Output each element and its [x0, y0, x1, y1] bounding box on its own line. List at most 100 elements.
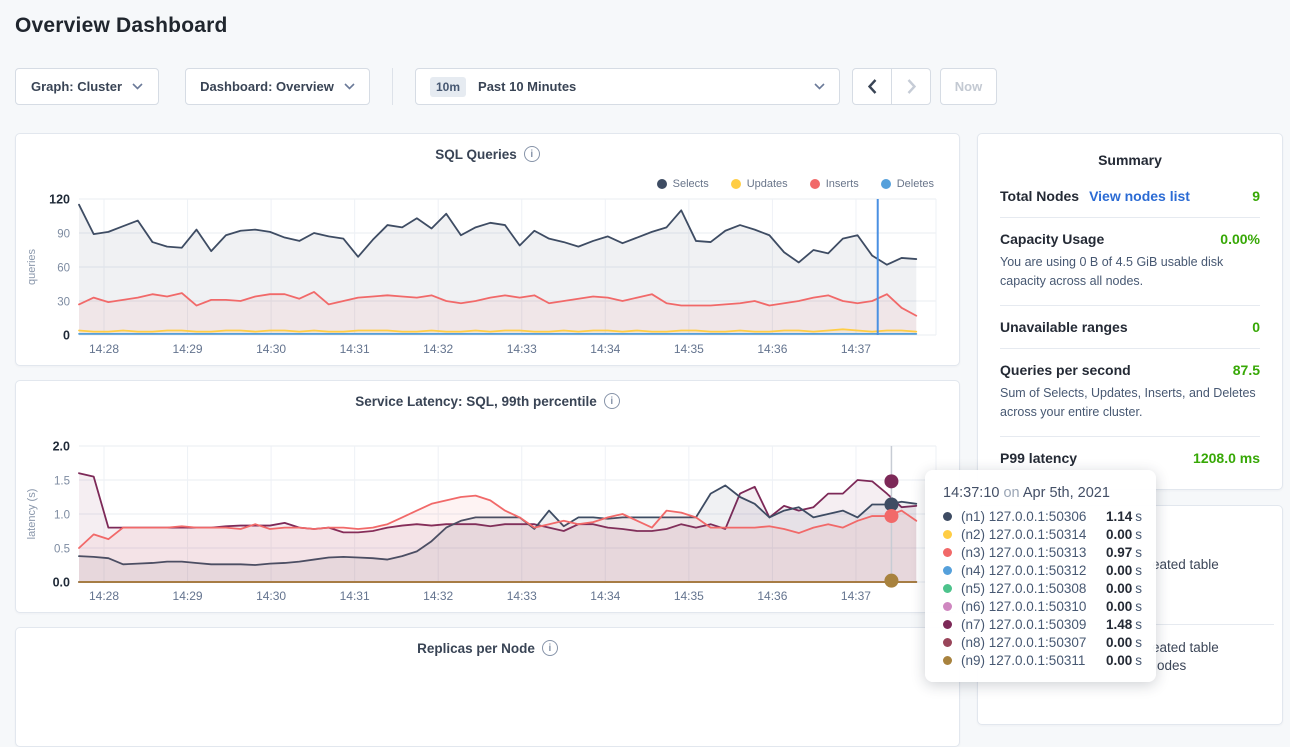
summary-label: Capacity Usage	[1000, 231, 1104, 247]
svg-text:14:35: 14:35	[674, 589, 704, 603]
svg-text:30: 30	[57, 297, 70, 309]
legend-label: Selects	[673, 178, 709, 190]
service-latency-title: Service Latency: SQL, 99th percentile	[355, 394, 597, 409]
svg-text:14:36: 14:36	[757, 342, 787, 356]
svg-text:14:32: 14:32	[423, 589, 453, 603]
tooltip-node-label: (n3) 127.0.0.1:50313	[961, 545, 1106, 560]
summary-label: Total Nodes	[1000, 188, 1079, 204]
tooltip-row: (n8) 127.0.0.1:503070.00s	[943, 633, 1142, 651]
view-nodes-list-link[interactable]: View nodes list	[1089, 188, 1190, 204]
legend-item-inserts[interactable]: Inserts	[810, 178, 859, 190]
summary-divider	[1000, 217, 1260, 218]
series-dot-icon	[943, 584, 952, 593]
replicas-per-node-panel: Replicas per Node i	[15, 627, 960, 747]
summary-divider	[1000, 305, 1260, 306]
service-latency-panel: Service Latency: SQL, 99th percentile i …	[15, 380, 960, 613]
overview-dashboard-page: { "page": { "title": "Overview Dashboard…	[0, 0, 1290, 689]
svg-text:60: 60	[57, 263, 70, 275]
svg-text:14:29: 14:29	[173, 589, 203, 603]
svg-text:1.5: 1.5	[54, 476, 70, 488]
tooltip-node-label: (n2) 127.0.0.1:50314	[961, 527, 1106, 542]
legend-item-deletes[interactable]: Deletes	[881, 178, 934, 190]
legend-item-updates[interactable]: Updates	[731, 178, 788, 190]
dashboard-dropdown[interactable]: Dashboard: Overview	[185, 68, 370, 105]
service-latency-chart[interactable]: 0.00.51.01.52.014:2814:2914:3014:3114:32…	[79, 446, 936, 582]
chart-hover-tooltip: 14:37:10 on Apr 5th, 2021 (n1) 127.0.0.1…	[925, 470, 1156, 682]
svg-text:120: 120	[49, 193, 70, 207]
info-icon[interactable]: i	[542, 640, 558, 656]
summary-divider	[1000, 436, 1260, 437]
svg-text:14:34: 14:34	[590, 589, 620, 603]
graph-dropdown-label: Graph: Cluster	[31, 79, 122, 94]
svg-text:14:28: 14:28	[89, 589, 119, 603]
summary-item-p99-latency: P99 latency 1208.0 ms	[1000, 450, 1260, 466]
series-dot-icon	[943, 530, 952, 539]
summary-note: You are using 0 B of 4.5 GiB usable disk…	[1000, 253, 1260, 292]
tooltip-unit: s	[1135, 563, 1142, 578]
summary-value: 87.5	[1233, 362, 1260, 378]
tooltip-value: 0.00	[1106, 581, 1132, 596]
series-dot-icon	[943, 548, 952, 557]
tooltip-node-label: (n4) 127.0.0.1:50312	[961, 563, 1106, 578]
summary-note: Sum of Selects, Updates, Inserts, and De…	[1000, 384, 1260, 423]
time-range-dropdown[interactable]: 10m Past 10 Minutes	[415, 68, 840, 105]
tooltip-row: (n6) 127.0.0.1:503100.00s	[943, 597, 1142, 615]
summary-value: 9	[1252, 188, 1260, 204]
svg-text:14:37: 14:37	[841, 342, 871, 356]
tooltip-node-label: (n1) 127.0.0.1:50306	[961, 509, 1106, 524]
summary-label: Unavailable ranges	[1000, 319, 1128, 335]
replicas-per-node-title: Replicas per Node	[417, 641, 535, 656]
legend-label: Inserts	[826, 178, 859, 190]
time-pager	[852, 68, 931, 105]
svg-text:14:33: 14:33	[507, 589, 537, 603]
svg-text:2.0: 2.0	[53, 440, 70, 454]
tooltip-row: (n1) 127.0.0.1:503061.14s	[943, 507, 1142, 525]
summary-value: 1208.0 ms	[1193, 450, 1260, 466]
tooltip-value: 0.00	[1106, 527, 1132, 542]
legend-dot-icon	[810, 179, 820, 189]
time-forward-button[interactable]	[891, 68, 931, 105]
sql-queries-chart[interactable]: 030609012014:2814:2914:3014:3114:3214:33…	[79, 199, 936, 335]
tooltip-unit: s	[1135, 509, 1142, 524]
chevron-down-icon	[814, 83, 825, 90]
page-title: Overview Dashboard	[15, 14, 228, 38]
time-range-label: Past 10 Minutes	[478, 79, 802, 94]
chevron-down-icon	[344, 83, 355, 90]
summary-value: 0.00%	[1220, 231, 1260, 247]
svg-text:1.0: 1.0	[54, 510, 70, 522]
summary-panel: Summary Total Nodes View nodes list 9 Ca…	[977, 133, 1283, 490]
tooltip-row: (n7) 127.0.0.1:503091.48s	[943, 615, 1142, 633]
time-range-badge: 10m	[430, 77, 466, 97]
tooltip-unit: s	[1135, 653, 1142, 668]
svg-text:0: 0	[63, 329, 70, 343]
graph-dropdown[interactable]: Graph: Cluster	[15, 68, 159, 105]
legend-dot-icon	[881, 179, 891, 189]
chevron-right-icon	[907, 79, 916, 94]
svg-text:latency (s): latency (s)	[26, 489, 38, 540]
summary-value: 0	[1252, 319, 1260, 335]
event-text-fragment: eated table	[1152, 640, 1219, 655]
info-icon[interactable]: i	[524, 146, 540, 162]
tooltip-value: 0.00	[1106, 635, 1132, 650]
tooltip-node-label: (n9) 127.0.0.1:50311	[961, 653, 1106, 668]
info-icon[interactable]: i	[604, 393, 620, 409]
sql-queries-title: SQL Queries	[435, 147, 517, 162]
svg-text:90: 90	[57, 229, 70, 241]
event-text-fragment: eated table	[1152, 557, 1219, 572]
tooltip-unit: s	[1135, 581, 1142, 596]
tooltip-unit: s	[1135, 545, 1142, 560]
summary-label: P99 latency	[1000, 450, 1077, 466]
series-dot-icon	[943, 602, 952, 611]
now-button[interactable]: Now	[940, 68, 997, 105]
legend-item-selects[interactable]: Selects	[657, 178, 709, 190]
svg-text:14:31: 14:31	[340, 342, 370, 356]
svg-text:14:33: 14:33	[507, 342, 537, 356]
controls-divider	[392, 68, 393, 105]
series-dot-icon	[943, 620, 952, 629]
tooltip-row: (n5) 127.0.0.1:503080.00s	[943, 579, 1142, 597]
tooltip-value: 0.00	[1106, 653, 1132, 668]
legend-dot-icon	[731, 179, 741, 189]
sql-queries-legend: Selects Updates Inserts Deletes	[657, 178, 934, 190]
time-back-button[interactable]	[852, 68, 892, 105]
tooltip-row: (n2) 127.0.0.1:503140.00s	[943, 525, 1142, 543]
